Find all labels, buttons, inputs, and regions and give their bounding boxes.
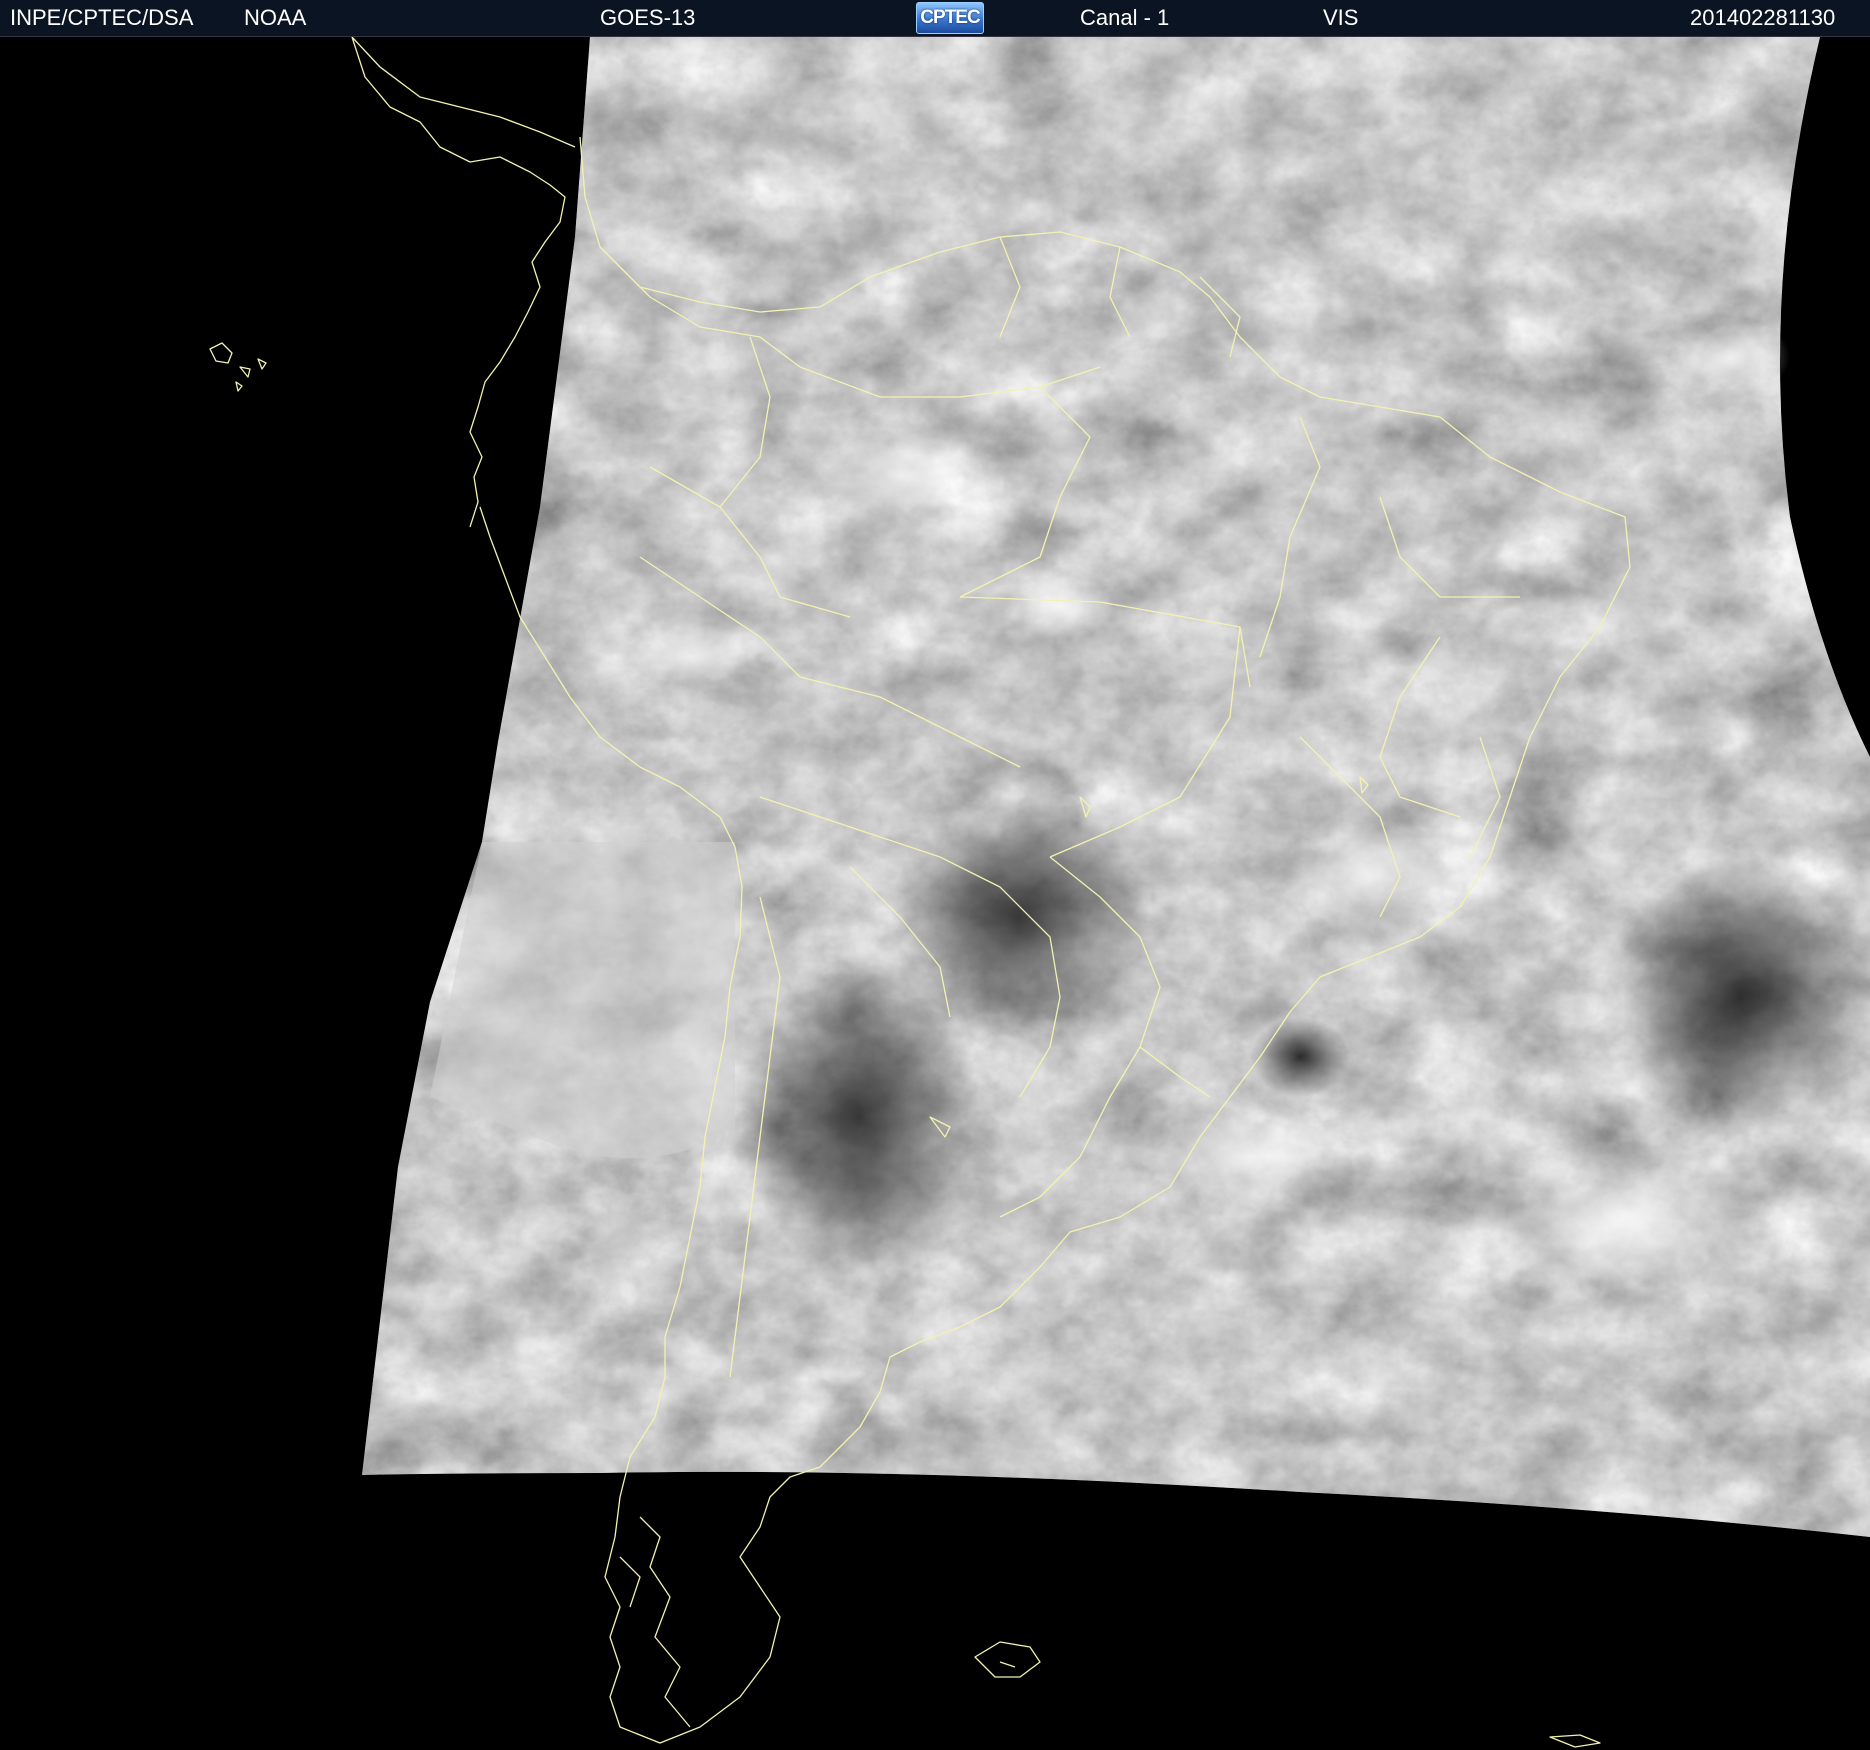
convective-cloud [630, 629, 750, 685]
convective-cloud [1670, 317, 1790, 397]
convective-cloud [1005, 575, 1115, 639]
satellite-label: GOES-13 [600, 5, 696, 30]
satellite-image [0, 37, 1870, 1750]
galapagos-islands [209, 342, 267, 392]
frontal-cloud-band [1140, 1112, 1360, 1202]
band-label: VIS [1323, 5, 1359, 30]
cloud-fine-texture [362, 37, 1870, 1537]
clear-sky-region [1600, 857, 1870, 1137]
convective-cloud [810, 422, 990, 532]
stratocumulus-deck [430, 842, 735, 1159]
frontal-cloud-band [1470, 1152, 1770, 1292]
clear-sky-region [1250, 1017, 1350, 1097]
cptec-logo-icon: CPTEC [916, 2, 984, 34]
channel-label: Canal - 1 [1080, 5, 1170, 30]
south-georgia-island [1549, 1734, 1601, 1748]
falkland-islands [974, 1641, 1041, 1678]
timestamp-label: 201402281130 [1690, 5, 1836, 30]
satellite-image-svg [209, 37, 1870, 1748]
agency-label: INPE/CPTEC/DSA [10, 5, 194, 30]
source-label: NOAA [244, 5, 307, 30]
convective-cloud [1290, 817, 1450, 937]
central-america-coast [351, 37, 566, 528]
image-header-bar: INPE/CPTEC/DSA NOAA GOES-13 CPTEC Canal … [0, 0, 1870, 37]
